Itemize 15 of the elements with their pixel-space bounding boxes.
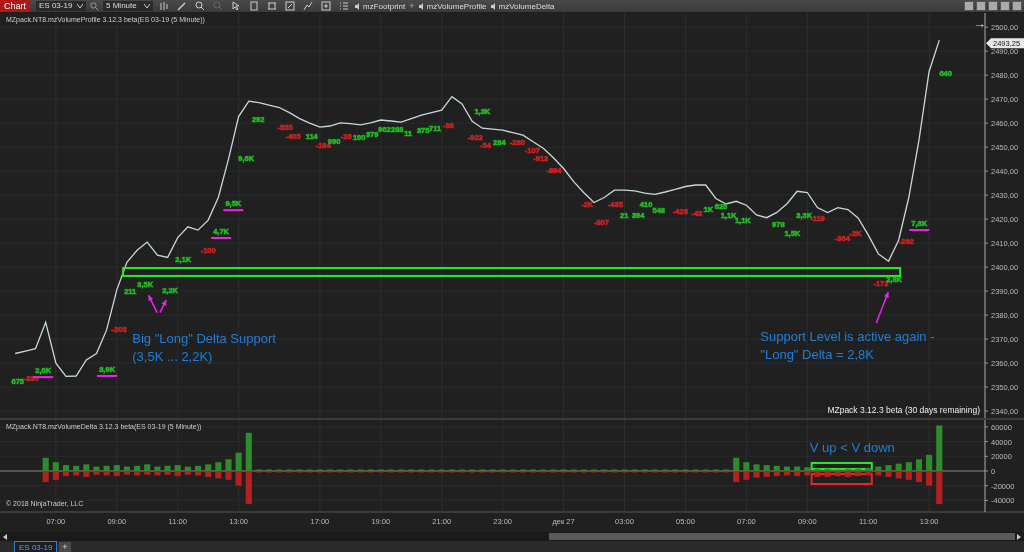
annotation-text: V up < V down: [809, 439, 895, 455]
chart-tab[interactable]: Chart: [0, 0, 30, 12]
add-indicator-button[interactable]: +: [409, 1, 415, 11]
annotation-text: "Long" Delta = 2,8K: [760, 346, 874, 362]
instrument-dropdown[interactable]: ES 03-19: [36, 1, 86, 11]
indicator-button[interactable]: mzVolumeProfile: [418, 1, 487, 11]
license-note: MZpack 3.12.3 beta (30 days remaining): [827, 405, 980, 415]
scroll-end-button[interactable]: →: [973, 17, 986, 30]
annotation-text: Big "Long" Delta Support: [132, 331, 276, 347]
indicator-button[interactable]: mzVolumeDelta: [490, 1, 555, 11]
annotation-text: Support Level is active again -: [760, 328, 935, 344]
annotation-text: (3,5K ... 2,2K): [132, 349, 213, 365]
interval-dropdown[interactable]: 5 Minute: [103, 1, 153, 11]
add-tab-button[interactable]: +: [59, 542, 71, 552]
indicator-button[interactable]: mzFootprint: [355, 1, 406, 11]
